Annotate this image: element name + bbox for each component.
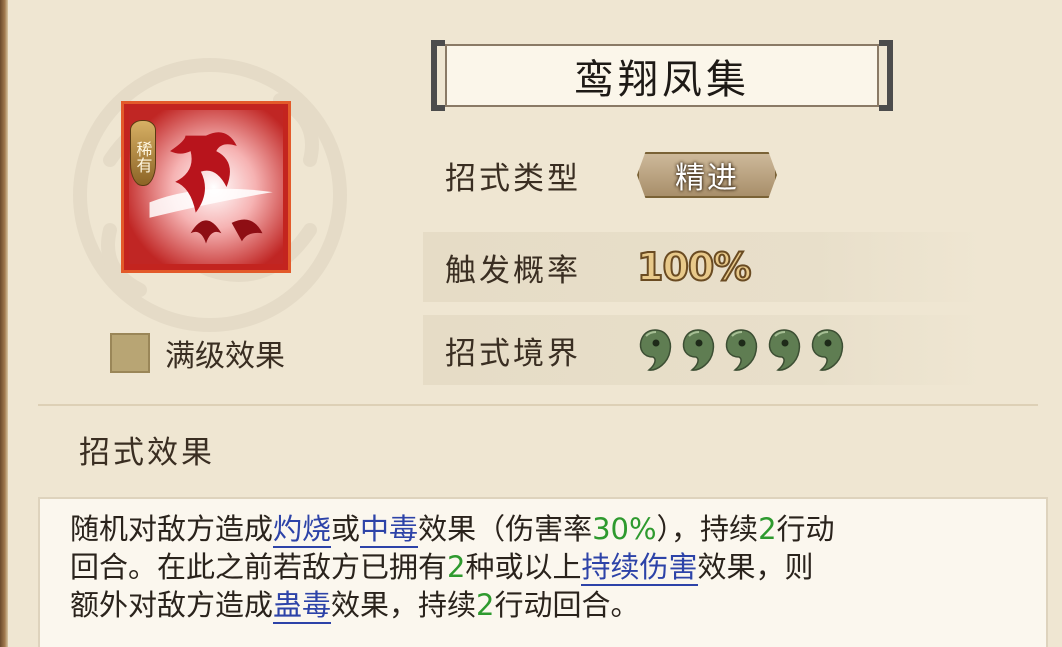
keyword-poison[interactable]: 中毒 [360,512,419,548]
title-bracket-right [879,40,893,111]
effect-line-1: 随机对敌方造成灼烧或中毒效果（伤害率30%），持续2行动 [70,512,835,548]
max-level-checkbox[interactable] [110,333,150,373]
skill-type-row: 招式类型 精进 [423,140,983,210]
effect-line-3: 额外对敌方造成蛊毒效果，持续2行动回合。 [70,588,640,624]
trigger-rate-row: 触发概率 100% [423,232,983,302]
jade-drop-icon [682,329,715,371]
skill-title-plate: 鸾翔凤集 [431,40,893,111]
keyword-damage-over-time[interactable]: 持续伤害 [581,550,698,586]
jade-drop-icon [768,329,801,371]
title-bracket-left [431,40,445,111]
extra-duration-value: 2 [476,588,495,622]
skill-name: 鸾翔凤集 [445,44,879,107]
max-level-label: 满级效果 [165,339,285,374]
keyword-burn[interactable]: 灼烧 [273,512,332,548]
skill-type-label: 招式类型 [445,160,581,197]
jade-drop-icon [811,329,844,371]
duration-value: 2 [758,512,777,546]
section-divider [38,404,1038,406]
skill-realm-label: 招式境界 [445,335,581,372]
effect-description: 随机对敌方造成灼烧或中毒效果（伤害率30%），持续2行动 回合。在此之前若敌方已… [70,510,1020,624]
rarity-badge: 稀有 [130,120,156,186]
skill-type-badge: 精进 [637,152,777,198]
skill-realm-row: 招式境界 [423,315,983,385]
keyword-gu-poison[interactable]: 蛊毒 [273,588,332,624]
effect-line-2: 回合。在此之前若敌方已拥有2种或以上持续伤害效果，则 [70,550,814,586]
damage-rate-value: 30% [592,512,657,546]
window-frame-left [0,0,8,647]
effect-section-title: 招式效果 [79,435,215,471]
jade-drop-icon [639,329,672,371]
max-level-toggle[interactable]: 满级效果 [110,331,285,375]
jade-drop-icon [725,329,758,371]
trigger-rate-label: 触发概率 [445,252,581,289]
skill-realm-indicator [637,327,846,373]
dot-count-value: 2 [447,550,466,584]
trigger-rate-value: 100% [636,244,752,290]
